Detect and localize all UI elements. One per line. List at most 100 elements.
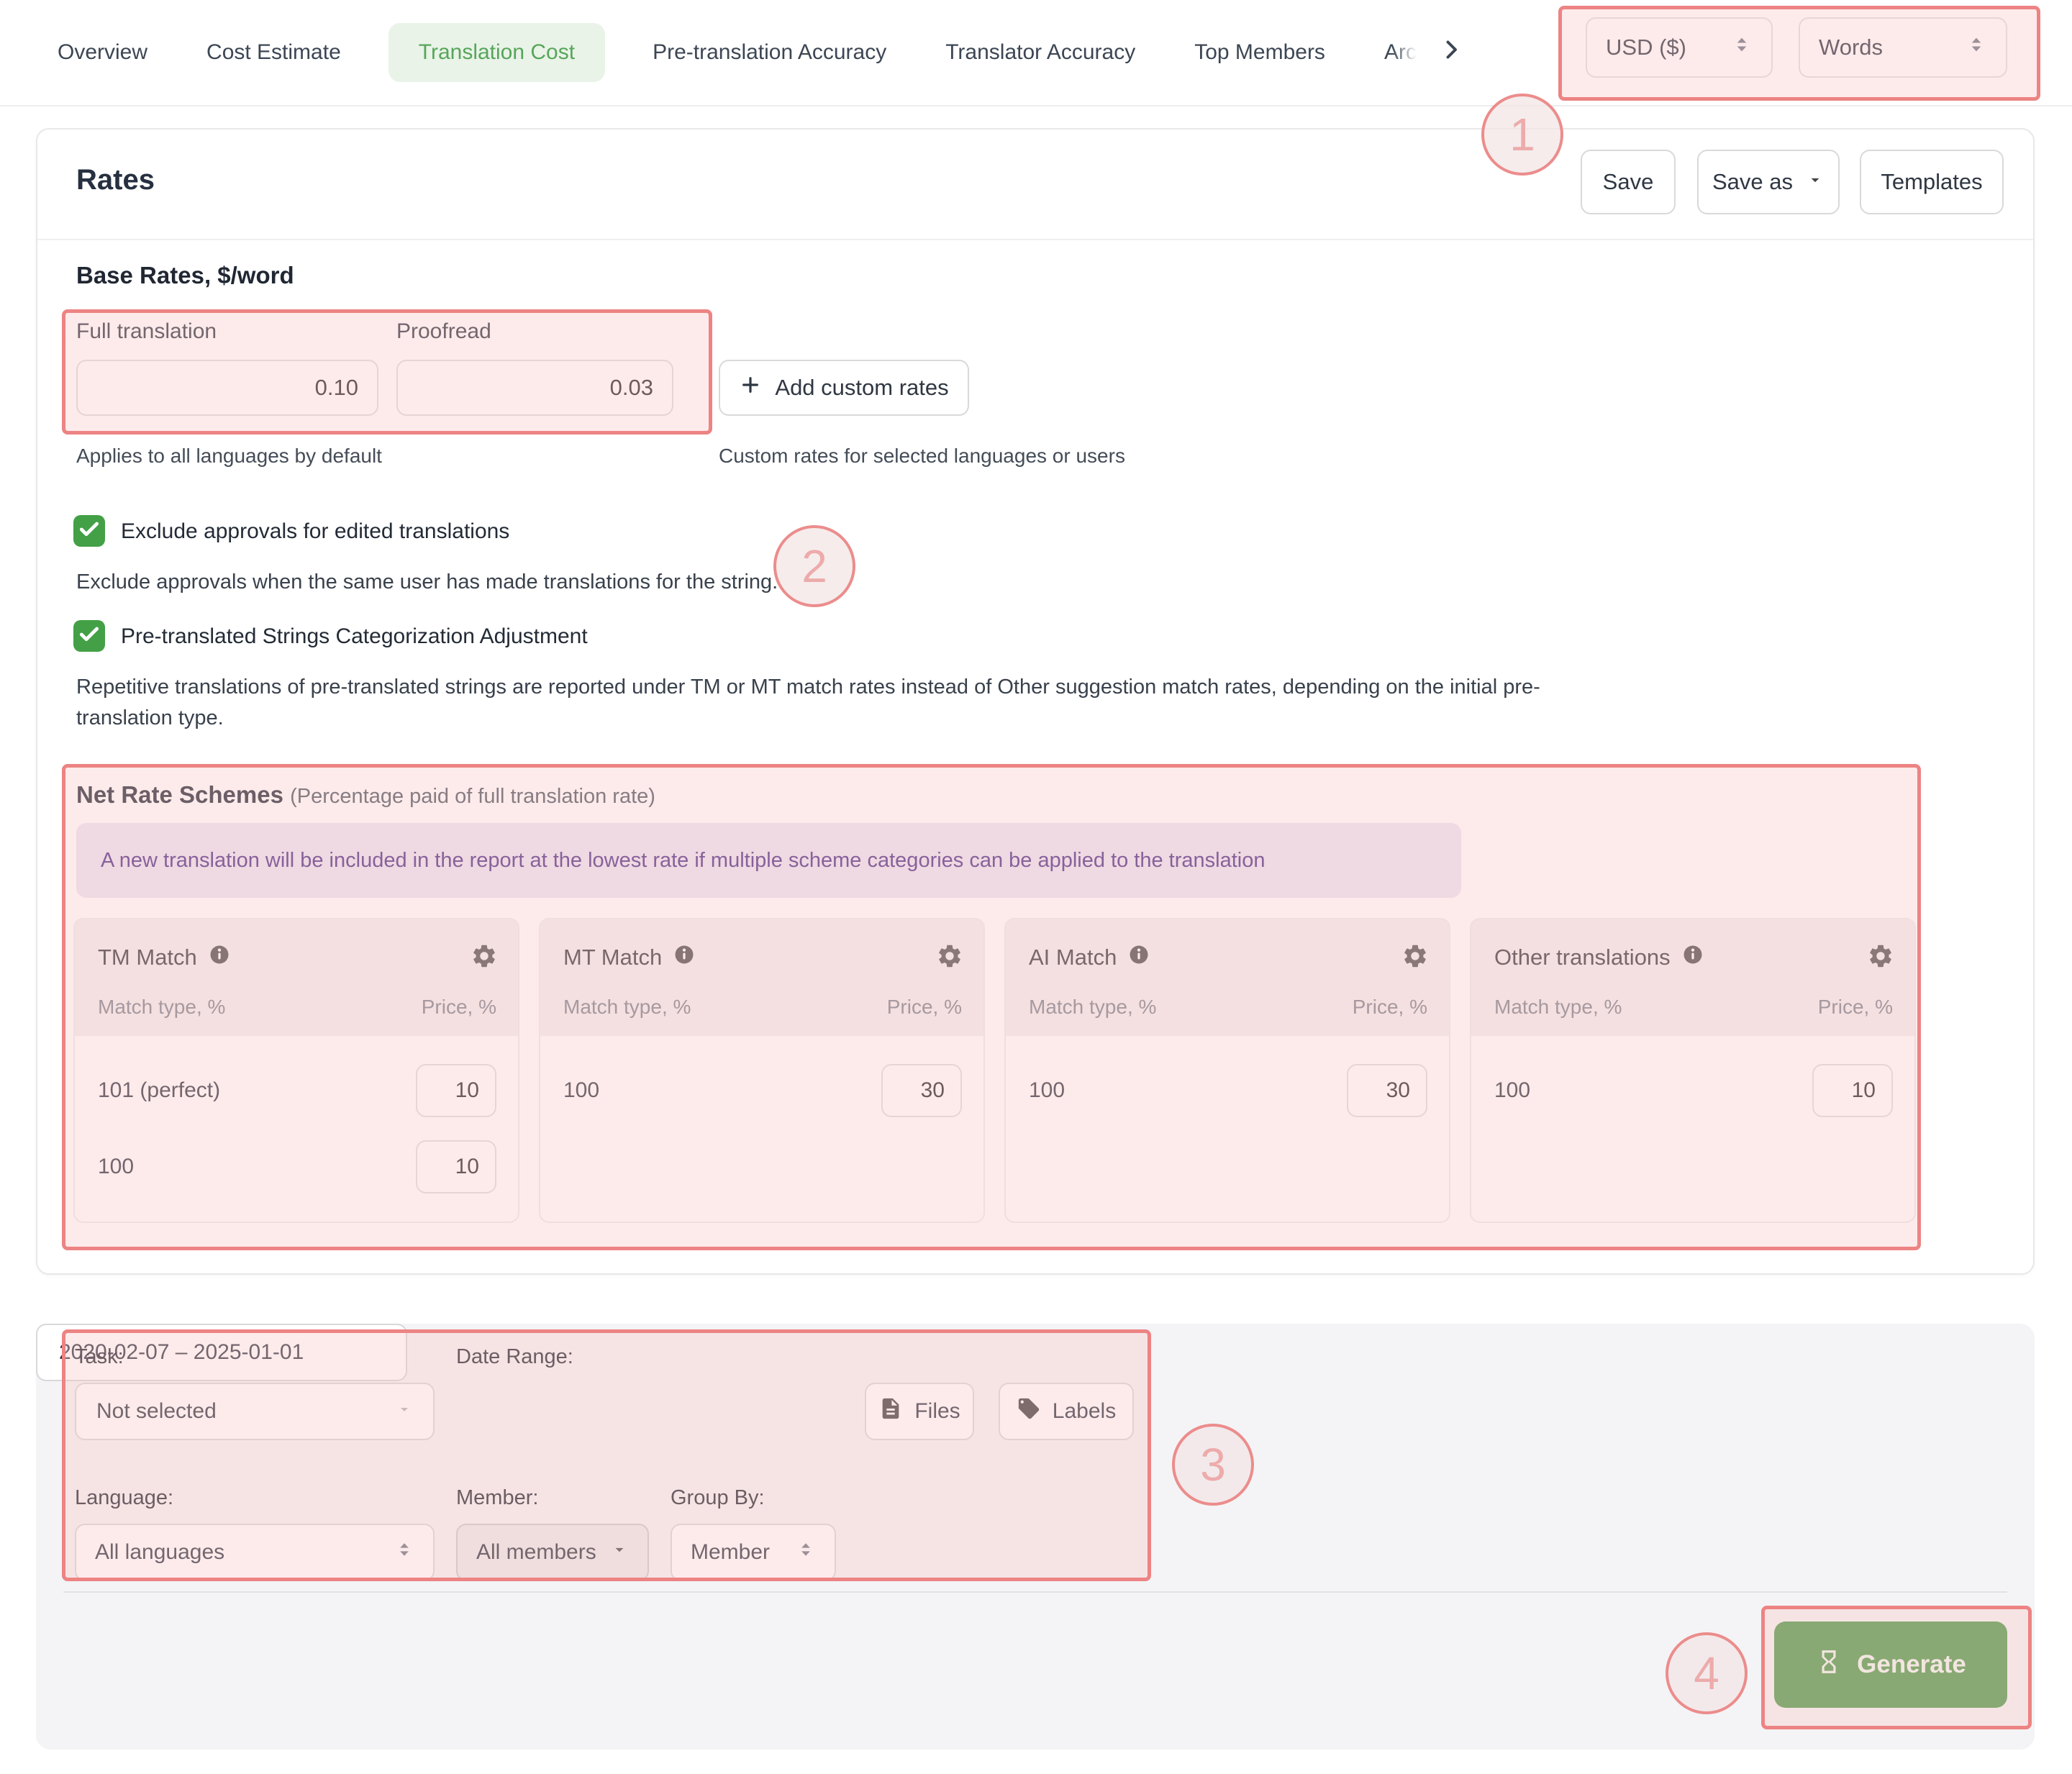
other-translations-100-price-input[interactable]	[1812, 1064, 1893, 1117]
other-translations-card: Other translations Match type, % Price, …	[1470, 918, 1916, 1223]
updown-arrows-icon	[394, 1539, 414, 1565]
generate-button[interactable]: Generate	[1774, 1621, 2007, 1708]
report-unit-select-value: Words	[1819, 35, 1884, 60]
custom-rates-helper-text: Custom rates for selected languages or u…	[719, 445, 1125, 467]
language-select-value: All languages	[95, 1540, 225, 1564]
tab-overview[interactable]: Overview	[58, 40, 147, 65]
info-icon[interactable]	[1682, 944, 1704, 971]
info-icon[interactable]	[209, 944, 230, 971]
other-translations-card-title: Other translations	[1494, 945, 1671, 970]
tm-match-100-price-input[interactable]	[416, 1140, 496, 1193]
tab-translation-cost[interactable]: Translation Cost	[388, 23, 606, 82]
match-type-value: 100	[98, 1155, 135, 1178]
member-select-value: All members	[476, 1540, 596, 1564]
report-unit-select[interactable]: Words	[1799, 17, 2007, 78]
currency-select[interactable]: USD ($)	[1586, 17, 1773, 78]
tag-icon	[1017, 1396, 1041, 1427]
date-range-label: Date Range:	[456, 1345, 573, 1368]
tm-match-row-100: 100	[98, 1140, 496, 1194]
tab-pre-translation-accuracy[interactable]: Pre-translation Accuracy	[653, 40, 886, 65]
templates-button[interactable]: Templates	[1860, 150, 2004, 214]
tm-match-card-title-row: TM Match	[98, 944, 230, 971]
ai-match-card-columns: Match type, % Price, %	[1029, 996, 1427, 1019]
save-button[interactable]: Save	[1581, 150, 1676, 214]
proofread-rate-input[interactable]	[396, 360, 673, 416]
gear-icon[interactable]	[936, 942, 963, 973]
currency-select-value: USD ($)	[1606, 35, 1686, 60]
tab-cost-estimate[interactable]: Cost Estimate	[206, 40, 341, 65]
exclude-approvals-description: Exclude approvals when the same user has…	[76, 570, 778, 593]
match-type-column-header: Match type, %	[1029, 996, 1157, 1018]
save-as-button[interactable]: Save as	[1697, 150, 1840, 214]
files-filter-button[interactable]: Files	[865, 1383, 974, 1440]
mt-match-row-100: 100	[563, 1063, 962, 1118]
caret-down-icon	[610, 1540, 629, 1565]
tm-match-card-title: TM Match	[98, 945, 197, 970]
gear-icon[interactable]	[471, 942, 498, 973]
match-type-column-header: Match type, %	[98, 996, 226, 1018]
tab-top-members[interactable]: Top Members	[1194, 40, 1325, 65]
full-translation-rate-input[interactable]	[76, 360, 378, 416]
checkmark-icon	[78, 623, 101, 650]
tabs-scroll-right-button[interactable]	[1438, 37, 1464, 68]
file-icon	[878, 1396, 903, 1427]
report-settings-panel: Task: Date Range: Not selected Files Lab…	[36, 1324, 2035, 1750]
mt-match-100-price-input[interactable]	[881, 1064, 962, 1117]
chevron-right-icon	[1438, 37, 1464, 68]
net-rate-schemes-subtitle: (Percentage paid of full translation rat…	[290, 785, 655, 808]
gear-icon[interactable]	[1401, 942, 1429, 973]
lowest-rate-notice: A new translation will be included in th…	[76, 823, 1461, 898]
language-select[interactable]: All languages	[75, 1524, 435, 1581]
match-type-column-header: Match type, %	[1494, 996, 1622, 1018]
full-translation-label: Full translation	[76, 319, 217, 343]
templates-button-label: Templates	[1881, 169, 1983, 194]
match-type-value: 100	[1494, 1078, 1531, 1102]
report-tabbar: Overview Cost Estimate Translation Cost …	[0, 0, 2072, 106]
proofread-label: Proofread	[396, 319, 491, 343]
info-icon[interactable]	[673, 944, 695, 971]
exclude-approvals-label[interactable]: Exclude approvals for edited translation…	[121, 519, 509, 544]
caret-down-icon	[1806, 169, 1825, 195]
base-rates-heading: Base Rates, $/word	[76, 262, 294, 288]
ai-match-100-price-input[interactable]	[1347, 1064, 1427, 1117]
updown-arrows-icon	[796, 1539, 816, 1565]
match-type-column-header: Match type, %	[563, 996, 691, 1018]
member-select[interactable]: All members	[456, 1524, 649, 1581]
hourglass-icon	[1815, 1648, 1842, 1682]
tab-archived-truncated[interactable]: Arc	[1384, 40, 1417, 65]
plus-icon	[739, 373, 762, 402]
group-by-select-value: Member	[691, 1540, 771, 1564]
rates-header-divider	[37, 239, 2033, 240]
other-translations-card-header: Other translations Match type, % Price, …	[1471, 919, 1914, 1036]
price-column-header: Price, %	[1817, 996, 1893, 1018]
tm-match-card-header: TM Match Match type, % Price, %	[75, 919, 518, 1036]
generate-button-label: Generate	[1857, 1650, 1966, 1678]
exclude-approvals-checkbox[interactable]	[73, 515, 105, 547]
match-type-value: 101 (perfect)	[98, 1078, 221, 1102]
gear-icon[interactable]	[1867, 942, 1894, 973]
updown-arrows-icon	[1966, 34, 1987, 61]
mt-match-card-header: MT Match Match type, % Price, %	[540, 919, 983, 1036]
labels-filter-button[interactable]: Labels	[999, 1383, 1134, 1440]
group-by-select[interactable]: Member	[671, 1524, 836, 1581]
caret-down-icon	[396, 1399, 413, 1424]
add-custom-rates-label: Add custom rates	[775, 375, 949, 400]
task-select[interactable]: Not selected	[75, 1383, 435, 1440]
updown-arrows-icon	[1731, 34, 1753, 61]
tab-translator-accuracy[interactable]: Translator Accuracy	[945, 40, 1135, 65]
ai-match-row-100: 100	[1029, 1063, 1427, 1118]
price-column-header: Price, %	[886, 996, 962, 1018]
match-type-value: 100	[1029, 1078, 1065, 1102]
ai-match-card-header: AI Match Match type, % Price, %	[1006, 919, 1449, 1036]
info-icon[interactable]	[1128, 944, 1150, 971]
language-label: Language:	[75, 1486, 174, 1509]
price-column-header: Price, %	[421, 996, 496, 1018]
add-custom-rates-button[interactable]: Add custom rates	[719, 360, 969, 416]
group-by-label: Group By:	[671, 1486, 765, 1509]
tm-match-101-price-input[interactable]	[416, 1064, 496, 1117]
mt-match-card-title: MT Match	[563, 945, 663, 970]
pre-translated-adjustment-checkbox[interactable]	[73, 620, 105, 652]
task-label: Task:	[75, 1345, 124, 1368]
pre-translated-adjustment-label[interactable]: Pre-translated Strings Categorization Ad…	[121, 624, 588, 649]
rates-title: Rates	[76, 164, 155, 196]
